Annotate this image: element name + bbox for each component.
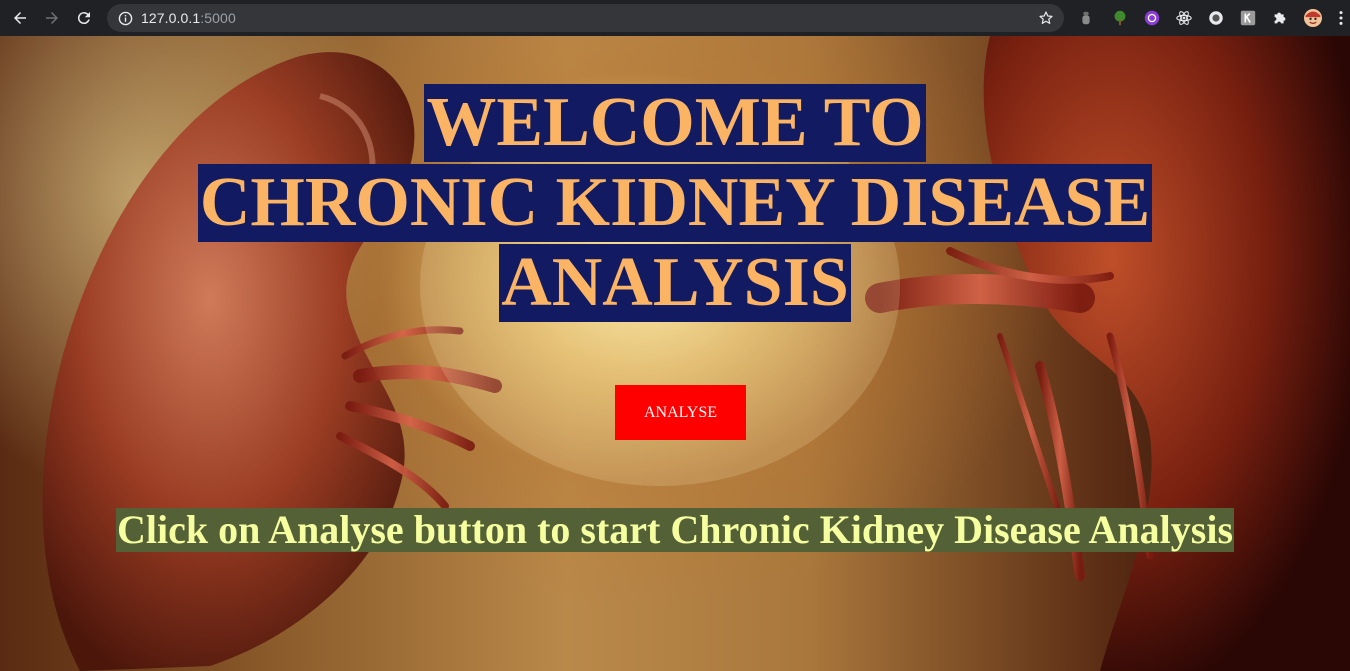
purple-circle-icon[interactable] (1142, 8, 1162, 28)
page-title-line-3: ANALYSIS (0, 244, 1350, 322)
record-circle-icon[interactable] (1206, 8, 1226, 28)
title-line-2-text: CHRONIC KIDNEY DISEASE (197, 164, 1153, 242)
url-port: :5000 (200, 10, 236, 26)
k-box-icon[interactable] (1238, 8, 1258, 28)
more-menu-icon[interactable] (1336, 8, 1346, 28)
page-title-line-1: WELCOME TO (0, 84, 1350, 162)
title-line-1-text: WELCOME TO (424, 84, 926, 162)
url-host: 127.0.0.1 (141, 10, 201, 26)
address-bar[interactable]: 127.0.0.1:5000 (107, 4, 1064, 32)
react-atom-icon[interactable] (1174, 8, 1194, 28)
extensions-bar (1076, 6, 1346, 30)
url-text: 127.0.0.1:5000 (141, 10, 236, 26)
reload-icon[interactable] (72, 6, 96, 30)
bookmark-star-icon[interactable] (1038, 10, 1054, 26)
forward-icon[interactable] (40, 6, 64, 30)
page-title-line-2: CHRONIC KIDNEY DISEASE (0, 164, 1350, 242)
tree-icon[interactable] (1110, 8, 1130, 28)
analyse-button[interactable]: ANALYSE (615, 385, 746, 440)
puzzle-icon[interactable] (1270, 8, 1290, 28)
browser-toolbar: 127.0.0.1:5000 (0, 0, 1350, 36)
back-icon[interactable] (8, 6, 32, 30)
title-line-3-text: ANALYSIS (499, 244, 851, 322)
avatar[interactable] (1302, 7, 1324, 29)
lamp-icon[interactable] (1076, 8, 1096, 28)
instruction-text: Click on Analyse button to start Chronic… (0, 508, 1350, 552)
instruction-text-span: Click on Analyse button to start Chronic… (115, 507, 1235, 552)
page-viewport: WELCOME TO CHRONIC KIDNEY DISEASE ANALYS… (0, 36, 1350, 671)
site-info-icon[interactable] (117, 10, 133, 26)
